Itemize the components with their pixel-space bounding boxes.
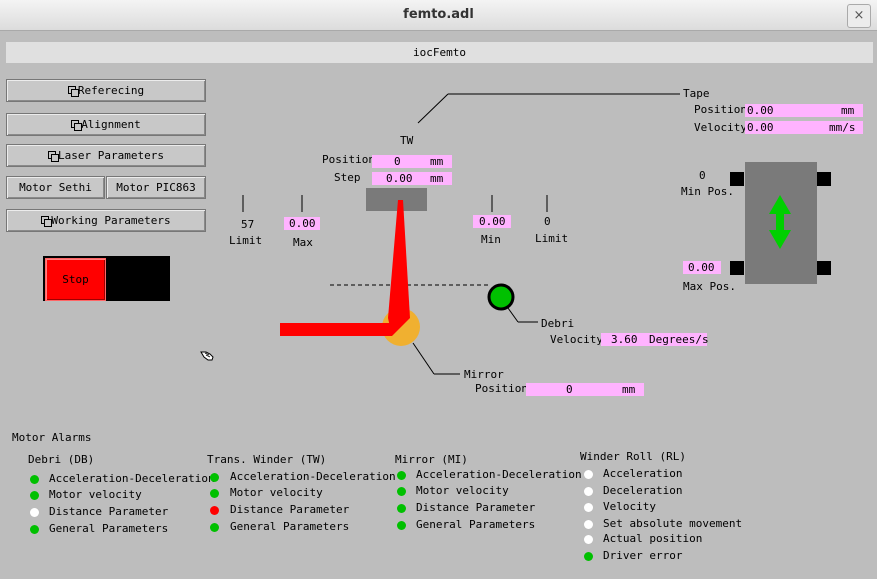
tw-step-label: Step bbox=[334, 171, 361, 184]
tw-label: TW bbox=[400, 134, 414, 147]
alarm-indicator bbox=[584, 470, 593, 479]
debri-indicator bbox=[487, 283, 515, 311]
tw-position-field: 0 mm bbox=[372, 155, 452, 168]
up-down-arrow-icon bbox=[769, 195, 791, 249]
min-pos-value: 0 bbox=[699, 169, 706, 182]
alarm-indicator bbox=[210, 489, 219, 498]
mirror-position-label: Position bbox=[475, 382, 528, 395]
winder-motor bbox=[745, 162, 817, 284]
alarm-label: Motor velocity bbox=[416, 484, 509, 497]
laser-beam-horizontal bbox=[280, 323, 392, 336]
max-field[interactable]: 0.00 bbox=[284, 217, 320, 230]
mirror-position-field: 0 mm bbox=[526, 383, 644, 396]
alarm-indicator bbox=[397, 471, 406, 480]
alarm-label: Distance Parameter bbox=[49, 505, 169, 518]
alarm-label: Distance Parameter bbox=[416, 501, 536, 514]
alarm-label: Acceleration bbox=[603, 467, 683, 480]
alarm-indicator bbox=[30, 525, 39, 534]
mirror-position-value: 0 bbox=[566, 383, 573, 396]
left-limit-value: 57 bbox=[241, 218, 255, 231]
mirror-leader-line bbox=[412, 342, 435, 375]
tw-position-value: 0 bbox=[394, 155, 401, 168]
alarm-indicator bbox=[210, 506, 219, 515]
alarm-label: Acceleration-Deceleration bbox=[49, 472, 215, 485]
tw-position-label: Position bbox=[322, 153, 375, 166]
alarm-indicator bbox=[210, 523, 219, 532]
alarm-indicator bbox=[30, 508, 39, 517]
motor-clamp-bottom-right bbox=[817, 261, 831, 275]
alarm-label: Deceleration bbox=[603, 484, 683, 497]
motor-clamp-top-right bbox=[817, 172, 831, 186]
tape-velocity-field: 0.00 mm/s bbox=[745, 121, 863, 134]
left-limit-label: Limit bbox=[229, 234, 263, 247]
debri-velocity-value: 3.60 bbox=[611, 333, 638, 346]
debri-velocity-label: Velocity bbox=[550, 333, 603, 346]
right-limit-label: Limit bbox=[535, 232, 569, 245]
tw-block bbox=[366, 188, 427, 211]
alarm-indicator bbox=[397, 504, 406, 513]
alarm-indicator bbox=[397, 487, 406, 496]
alarm-group-title: Winder Roll (RL) bbox=[580, 450, 686, 463]
tape-velocity-unit: mm/s bbox=[829, 121, 856, 134]
min-label: Min bbox=[481, 233, 501, 246]
alarm-indicator bbox=[584, 503, 593, 512]
tape-position-label: Position bbox=[694, 103, 747, 116]
motor-clamp-top-left bbox=[730, 172, 744, 186]
alarm-indicator bbox=[584, 487, 593, 496]
motor-alarms-title: Motor Alarms bbox=[12, 431, 92, 444]
alarm-group-title: Mirror (MI) bbox=[395, 453, 468, 466]
alarm-group-title: Debri (DB) bbox=[28, 453, 95, 466]
alarm-label: Velocity bbox=[603, 500, 656, 513]
mirror-position-unit: mm bbox=[622, 383, 636, 396]
tw-position-unit: mm bbox=[430, 155, 444, 168]
tape-velocity-label: Velocity bbox=[694, 121, 747, 134]
tape-position-field: 0.00 mm bbox=[745, 104, 863, 117]
hand-cursor-icon bbox=[200, 351, 214, 361]
alarm-label: Motor velocity bbox=[230, 486, 323, 499]
alarm-indicator bbox=[30, 475, 39, 484]
tw-step-unit: mm bbox=[430, 172, 444, 185]
alarm-label: Driver error bbox=[603, 549, 683, 562]
alarm-label: Set absolute movement bbox=[603, 517, 743, 530]
max-label: Max bbox=[293, 236, 313, 249]
tape-label: Tape bbox=[683, 87, 710, 100]
alarm-label: Motor velocity bbox=[49, 488, 142, 501]
max-pos-field[interactable]: 0.00 bbox=[683, 261, 721, 274]
alarm-label: General Parameters bbox=[49, 522, 169, 535]
min-field[interactable]: 0.00 bbox=[473, 215, 511, 228]
tw-step-value: 0.00 bbox=[386, 172, 413, 185]
alarm-label: Acceleration-Deceleration bbox=[416, 468, 582, 481]
alarm-indicator bbox=[30, 491, 39, 500]
max-pos-label: Max Pos. bbox=[683, 280, 736, 293]
alarm-indicator bbox=[584, 552, 593, 561]
alarm-label: General Parameters bbox=[230, 520, 350, 533]
mirror-label: Mirror bbox=[464, 368, 504, 381]
debri-label: Debri bbox=[541, 317, 575, 330]
tape-position-value: 0.00 bbox=[747, 104, 774, 117]
laser-beam-vertical bbox=[388, 200, 410, 336]
debri-velocity-field: 3.60 Degrees/s bbox=[601, 333, 709, 346]
tw-step-field[interactable]: 0.00 mm bbox=[372, 172, 452, 185]
tape-position-unit: mm bbox=[841, 104, 855, 117]
max-pos-value: 0.00 bbox=[688, 261, 715, 274]
alarm-indicator bbox=[584, 535, 593, 544]
alarm-label: Distance Parameter bbox=[230, 503, 350, 516]
alarm-label: General Parameters bbox=[416, 518, 536, 531]
min-pos-label: Min Pos. bbox=[681, 185, 734, 198]
alarm-indicator bbox=[584, 520, 593, 529]
debri-velocity-unit: Degrees/s bbox=[649, 333, 709, 346]
max-value: 0.00 bbox=[289, 217, 316, 230]
alarm-group-title: Trans. Winder (TW) bbox=[207, 453, 327, 466]
tape-leader-line bbox=[417, 93, 449, 124]
alarm-label: Acceleration-Deceleration bbox=[230, 470, 396, 483]
tape-velocity-value: 0.00 bbox=[747, 121, 774, 134]
alarm-indicator bbox=[210, 473, 219, 482]
debri-leader-line bbox=[507, 307, 519, 323]
alarm-label: Actual position bbox=[603, 532, 703, 545]
motor-clamp-bottom-left bbox=[730, 261, 744, 275]
right-limit-value: 0 bbox=[544, 215, 551, 228]
alarm-indicator bbox=[397, 521, 406, 530]
min-value: 0.00 bbox=[479, 215, 506, 228]
